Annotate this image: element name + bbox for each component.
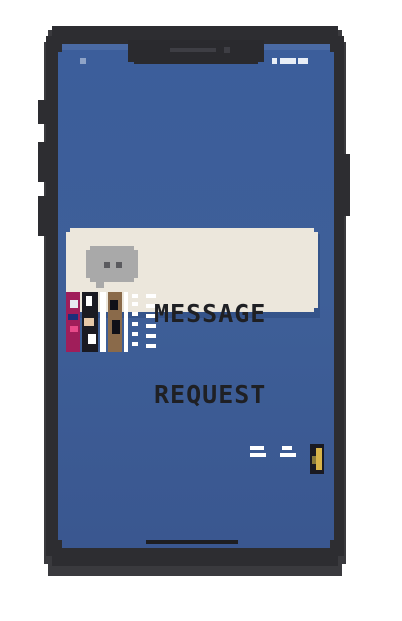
- volume-up-button: [38, 142, 46, 182]
- front-camera: [224, 47, 230, 53]
- volume-down-button: [38, 196, 46, 236]
- phone-illustration: MESSAGE REQUEST: [0, 0, 402, 621]
- notch: [128, 40, 264, 64]
- mute-switch: [38, 100, 46, 124]
- home-indicator[interactable]: [146, 540, 238, 544]
- chat-bubble-icon: [86, 246, 138, 288]
- status-dot: [80, 58, 86, 64]
- message-request-title: MESSAGE REQUEST: [154, 246, 266, 462]
- title-line-2: REQUEST: [154, 380, 267, 409]
- speaker-grille: [170, 48, 216, 52]
- power-button: [344, 154, 350, 216]
- title-line-1: MESSAGE: [154, 299, 267, 328]
